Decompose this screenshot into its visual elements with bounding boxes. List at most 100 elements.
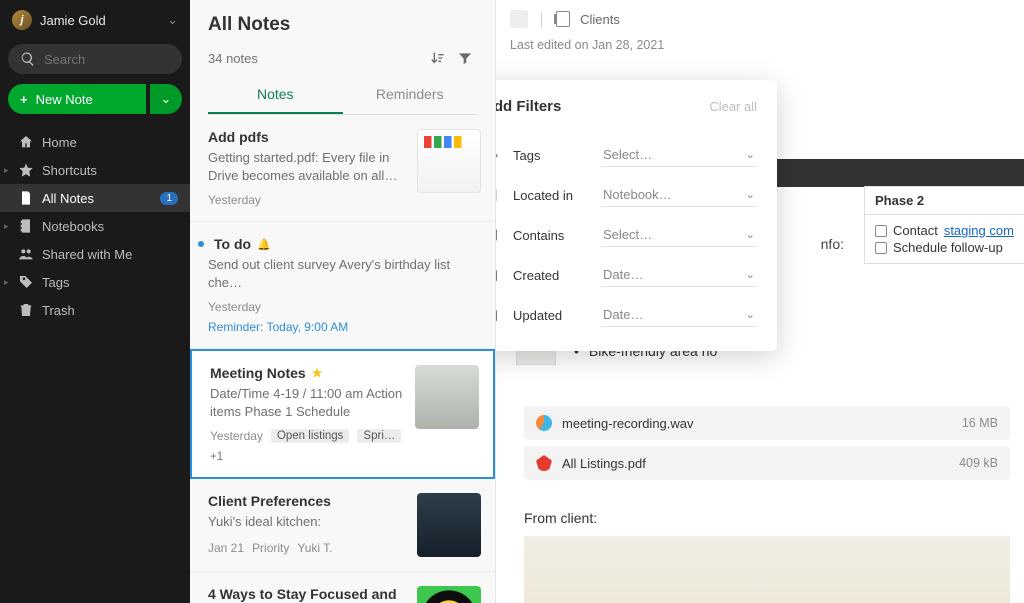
attachment-row[interactable]: All Listings.pdf 409 kB bbox=[524, 446, 1010, 480]
breadcrumb-notebook[interactable]: Clients bbox=[580, 12, 620, 27]
tab-reminders[interactable]: Reminders bbox=[343, 76, 478, 114]
account-switcher[interactable]: j Jamie Gold ⌄ bbox=[0, 0, 190, 40]
sidebar-item-home[interactable]: Home bbox=[0, 128, 190, 156]
note-thumbnail bbox=[417, 129, 481, 193]
contains-icon bbox=[496, 227, 501, 243]
note-thumbnail bbox=[415, 365, 479, 429]
notes-scroll[interactable]: Add pdfs Getting started.pdf: Every file… bbox=[190, 115, 495, 603]
sidebar-item-shared[interactable]: Shared with Me bbox=[0, 240, 190, 268]
note-tag[interactable]: Open listings bbox=[271, 429, 349, 443]
note-snippet: Getting started.pdf: Every file in Drive… bbox=[208, 149, 407, 183]
note-title: Add pdfs bbox=[208, 129, 269, 145]
content-text-fragment: nfo: bbox=[821, 236, 844, 252]
notebook-icon bbox=[496, 187, 501, 203]
sidebar-item-label: Tags bbox=[42, 275, 69, 290]
chevron-down-icon: ⌄ bbox=[167, 12, 178, 28]
note-meta-item: Priority bbox=[252, 541, 289, 555]
sidebar-item-tags[interactable]: ▸ Tags bbox=[0, 268, 190, 296]
filter-select[interactable]: Date… ⌄ bbox=[601, 303, 757, 327]
sidebar-nav: Home ▸ Shortcuts All Notes 1 ▸ Notebooks… bbox=[0, 128, 190, 324]
expand-icon[interactable] bbox=[510, 10, 528, 28]
note-snippet: Send out client survey Avery's birthday … bbox=[208, 256, 481, 290]
note-tag[interactable]: Spri… bbox=[357, 429, 401, 443]
attachment-row[interactable]: meeting-recording.wav 16 MB bbox=[524, 406, 1010, 440]
filter-placeholder: Date… bbox=[603, 267, 643, 282]
note-content-pane: │ Clients Last edited on Jan 28, 2021 Ph… bbox=[496, 0, 1024, 603]
note-count: 34 notes bbox=[208, 51, 258, 66]
sidebar-item-notebooks[interactable]: ▸ Notebooks bbox=[0, 212, 190, 240]
checklist-item[interactable]: Schedule follow-up bbox=[875, 240, 1024, 255]
bell-icon: 🔔 bbox=[257, 238, 271, 251]
filter-select[interactable]: Select… ⌄ bbox=[601, 143, 757, 167]
sidebar-item-trash[interactable]: Trash bbox=[0, 296, 190, 324]
filter-row-created: Created Date… ⌄ bbox=[496, 255, 757, 295]
checklist-item[interactable]: Contact staging com bbox=[875, 223, 1024, 238]
checkbox-icon[interactable] bbox=[875, 242, 887, 254]
sidebar-item-all-notes[interactable]: All Notes 1 bbox=[0, 184, 190, 212]
phase-header: Phase 2 bbox=[865, 187, 1024, 215]
note-card[interactable]: Add pdfs Getting started.pdf: Every file… bbox=[190, 115, 495, 222]
sidebar-item-label: Shortcuts bbox=[42, 163, 97, 178]
note-thumbnail bbox=[417, 493, 481, 557]
note-title: Meeting Notes bbox=[210, 365, 306, 381]
notebook-icon bbox=[18, 218, 34, 234]
filter-button[interactable] bbox=[457, 50, 473, 66]
sidebar-item-shortcuts[interactable]: ▸ Shortcuts bbox=[0, 156, 190, 184]
chevron-down-icon: ⌄ bbox=[746, 188, 755, 201]
attachment-name: meeting-recording.wav bbox=[562, 416, 694, 431]
filter-select[interactable]: Date… ⌄ bbox=[601, 263, 757, 287]
audio-file-icon bbox=[536, 415, 552, 431]
filter-placeholder: Select… bbox=[603, 227, 652, 242]
clear-all-button[interactable]: Clear all bbox=[709, 99, 757, 114]
note-snippet: Date/Time 4-19 / 11:00 am Action items P… bbox=[210, 385, 405, 419]
filters-popover: Add Filters Clear all Tags Select… ⌄ Loc… bbox=[496, 80, 777, 351]
chevron-down-icon: ⌄ bbox=[746, 148, 755, 161]
filter-label: Updated bbox=[513, 308, 589, 323]
checkbox-icon[interactable] bbox=[875, 225, 887, 237]
filter-label: Created bbox=[513, 268, 589, 283]
filter-select[interactable]: Select… ⌄ bbox=[601, 223, 757, 247]
note-date: Jan 21 bbox=[208, 541, 244, 555]
inline-image[interactable] bbox=[524, 536, 1010, 603]
plus-icon: + bbox=[20, 92, 28, 107]
popover-title: Add Filters bbox=[496, 98, 561, 115]
caret-icon: ▸ bbox=[4, 221, 9, 232]
user-name: Jamie Gold bbox=[40, 13, 159, 28]
filter-row-tags: Tags Select… ⌄ bbox=[496, 135, 757, 175]
filter-row-contains: Contains Select… ⌄ bbox=[496, 215, 757, 255]
link[interactable]: staging com bbox=[944, 223, 1014, 238]
trash-icon bbox=[18, 302, 34, 318]
sidebar-item-label: Shared with Me bbox=[42, 247, 132, 262]
tab-notes[interactable]: Notes bbox=[208, 76, 343, 114]
note-tag-more[interactable]: +1 bbox=[210, 451, 223, 463]
star-icon bbox=[18, 162, 34, 178]
note-card[interactable]: 4 Ways to Stay Focused and Get Stuff Don… bbox=[190, 572, 495, 603]
filter-select[interactable]: Notebook… ⌄ bbox=[601, 183, 757, 207]
home-icon bbox=[18, 134, 34, 150]
people-icon bbox=[18, 246, 34, 262]
note-title: Client Preferences bbox=[208, 493, 331, 509]
new-note-label: New Note bbox=[36, 92, 93, 107]
tag-icon bbox=[18, 274, 34, 290]
attachment-size: 16 MB bbox=[962, 416, 998, 430]
note-card[interactable]: Client Preferences Yuki's ideal kitchen:… bbox=[190, 479, 495, 572]
caret-icon: ▸ bbox=[4, 165, 9, 176]
note-reminder: Reminder: Today, 9:00 AM bbox=[208, 320, 481, 334]
checklist-text: Schedule follow-up bbox=[893, 240, 1003, 255]
sidebar: j Jamie Gold ⌄ + New Note ⌄ Home ▸ Short… bbox=[0, 0, 190, 603]
new-note-button[interactable]: + New Note bbox=[8, 84, 146, 114]
pdf-file-icon bbox=[536, 455, 552, 471]
filter-row-updated: Updated Date… ⌄ bbox=[496, 295, 757, 335]
search-input[interactable] bbox=[8, 44, 182, 74]
chevron-down-icon: ⌄ bbox=[746, 308, 755, 321]
chevron-down-icon: ⌄ bbox=[746, 268, 755, 281]
note-card[interactable]: Meeting Notes ★ Date/Time 4-19 / 11:00 a… bbox=[190, 349, 495, 479]
new-note-menu-button[interactable]: ⌄ bbox=[150, 84, 182, 114]
attachment-name: All Listings.pdf bbox=[562, 456, 646, 471]
note-card[interactable]: To do 🔔 Send out client survey Avery's b… bbox=[190, 222, 495, 349]
note-date: Yesterday bbox=[208, 193, 261, 207]
sort-button[interactable] bbox=[429, 50, 445, 66]
sidebar-item-label: Notebooks bbox=[42, 219, 104, 234]
unread-dot-icon bbox=[198, 241, 204, 247]
filter-label: Tags bbox=[513, 148, 589, 163]
